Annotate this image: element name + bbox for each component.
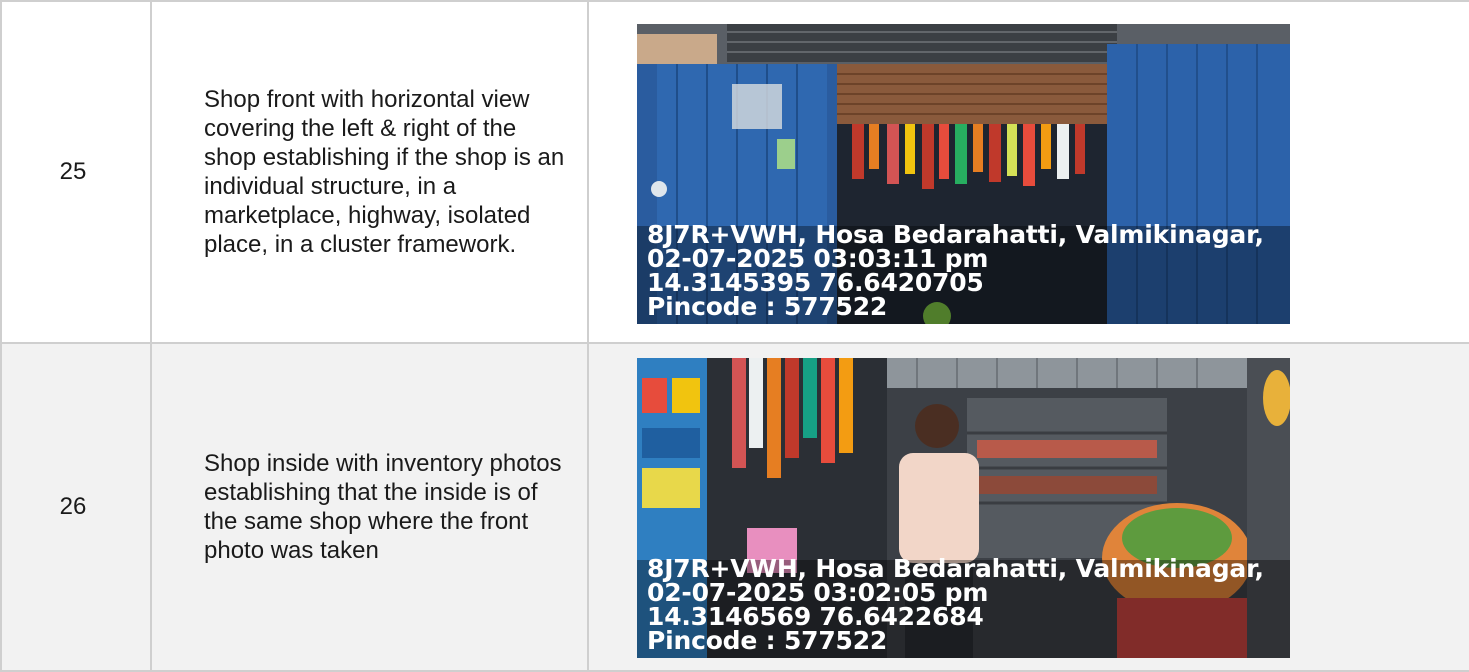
- row-number: 25: [0, 0, 152, 344]
- stamp-address: 8J7R+VWH, Hosa Bedarahatti, Valmikinagar…: [647, 220, 1264, 249]
- stamp-address: 8J7R+VWH, Hosa Bedarahatti, Valmikinagar…: [647, 554, 1264, 583]
- stamp-pincode: Pincode : 577522: [647, 626, 888, 655]
- shop-inside-photo: 8J7R+VWH, Hosa Bedarahatti, Valmikinagar…: [637, 358, 1290, 658]
- stamp-pincode: Pincode : 577522: [647, 292, 888, 321]
- stamp-coordinates: 14.3146569 76.6422684: [647, 602, 984, 631]
- table-row: 25 Shop front with horizontal view cover…: [0, 0, 1469, 344]
- inspection-table: 25 Shop front with horizontal view cover…: [0, 0, 1469, 672]
- stamp-datetime: 02-07-2025 03:03:11 pm: [647, 244, 989, 273]
- row-description: Shop front with horizontal view covering…: [150, 0, 589, 344]
- row-description: Shop inside with inventory photos establ…: [150, 342, 589, 672]
- geotag-stamp: 8J7R+VWH, Hosa Bedarahatti, Valmikinagar…: [647, 220, 1290, 321]
- geotag-stamp: 8J7R+VWH, Hosa Bedarahatti, Valmikinagar…: [647, 554, 1290, 655]
- shop-front-photo: 8J7R+VWH, Hosa Bedarahatti, Valmikinagar…: [637, 24, 1290, 324]
- row-number: 26: [0, 342, 152, 672]
- photo-cell: 8J7R+VWH, Hosa Bedarahatti, Valmikinagar…: [587, 342, 1469, 672]
- stamp-coordinates: 14.3145395 76.6420705: [647, 268, 984, 297]
- photo-cell: 8J7R+VWH, Hosa Bedarahatti, Valmikinagar…: [587, 0, 1469, 344]
- table-row: 26 Shop inside with inventory photos est…: [0, 342, 1469, 672]
- stamp-datetime: 02-07-2025 03:02:05 pm: [647, 578, 989, 607]
